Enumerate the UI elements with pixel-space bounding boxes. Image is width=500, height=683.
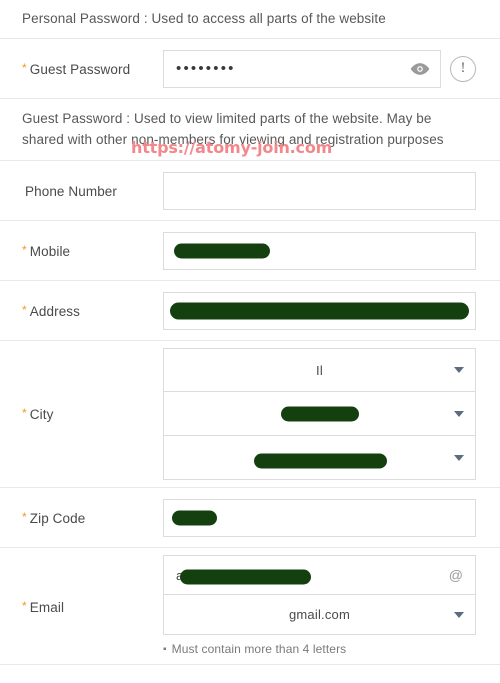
email-hint: ▪ Must contain more than 4 letters: [163, 635, 476, 658]
guest-password-control: •••••••• !: [163, 49, 476, 88]
address-redaction: [170, 302, 469, 319]
zip-code-label: * Zip Code: [22, 510, 163, 526]
address-input[interactable]: [163, 291, 476, 330]
zip-code-redaction: [172, 510, 217, 525]
guest-password-label: * Guest Password: [22, 61, 163, 77]
guest-password-input[interactable]: ••••••••: [163, 49, 441, 88]
phone-number-input[interactable]: [163, 171, 476, 210]
guest-password-row: * Guest Password •••••••• !: [0, 39, 500, 99]
chevron-down-icon[interactable]: [454, 367, 464, 373]
city-selects: Il: [163, 348, 476, 480]
chevron-down-icon[interactable]: [454, 611, 464, 618]
zip-code-label-text: Zip Code: [29, 510, 86, 526]
email-label: * Email: [22, 599, 163, 615]
personal-password-note: Personal Password : Used to access all p…: [22, 11, 386, 26]
required-asterisk: *: [22, 598, 27, 613]
city-district-redaction: [280, 406, 359, 421]
guest-password-label-text: Guest Password: [29, 61, 131, 77]
mobile-control: [163, 231, 476, 270]
city-label-text: City: [29, 407, 54, 422]
warning-icon[interactable]: !: [450, 55, 476, 82]
required-asterisk: *: [22, 302, 27, 317]
city-select-region-value: Il: [316, 362, 323, 378]
registration-form-page: Personal Password : Used to access all p…: [0, 0, 500, 683]
site-watermark: https://atomy-join.com: [131, 138, 333, 157]
phone-number-label-text: Phone Number: [25, 183, 118, 199]
mobile-redaction: [174, 243, 270, 258]
eye-icon[interactable]: [410, 62, 430, 76]
required-asterisk: *: [22, 406, 27, 420]
phone-number-label: Phone Number: [22, 183, 163, 199]
email-row: *Email a @ gmail.com ▪ Must contain more …: [0, 548, 500, 665]
zip-code-input[interactable]: [163, 498, 476, 537]
personal-password-note-row: Personal Password : Used to access all p…: [0, 0, 500, 39]
email-domain-select[interactable]: gmail.com: [163, 595, 476, 635]
required-asterisk: *: [22, 60, 27, 75]
phone-number-control: [163, 171, 476, 210]
phone-number-row: Phone Number: [0, 161, 500, 221]
city-row: * City Il: [0, 341, 500, 488]
chevron-down-icon[interactable]: [454, 410, 464, 417]
email-hint-text: Must contain more than 4 letters: [171, 642, 347, 656]
required-asterisk: *: [22, 242, 27, 257]
mobile-label-text: Mobile: [29, 243, 71, 259]
address-label: * Address: [22, 303, 163, 319]
at-symbol-icon: @: [448, 567, 463, 583]
hint-bullet-icon: ▪: [163, 644, 167, 655]
warning-glyph: !: [460, 60, 466, 76]
city-select-region[interactable]: Il: [163, 348, 476, 392]
email-stack: a @ gmail.com ▪ Must contain more than 4 …: [163, 555, 476, 658]
mobile-input[interactable]: [163, 231, 476, 270]
address-label-text: Address: [29, 303, 81, 319]
email-local-input[interactable]: a @: [163, 555, 476, 595]
chevron-down-icon[interactable]: [454, 454, 464, 461]
mobile-label: * Mobile: [22, 243, 163, 259]
city-label: * City: [22, 406, 163, 422]
address-row: * Address: [0, 281, 500, 341]
city-select-district[interactable]: [163, 392, 476, 436]
zip-code-row: * Zip Code: [0, 488, 500, 548]
required-asterisk: *: [22, 509, 27, 524]
city-select-town[interactable]: [163, 436, 476, 480]
city-town-redaction: [253, 453, 387, 468]
guest-password-value: ••••••••: [176, 60, 236, 77]
email-domain-value: gmail.com: [288, 607, 351, 622]
mobile-row: * Mobile: [0, 221, 500, 281]
email-label-text: Email: [29, 599, 65, 615]
address-control: [163, 291, 476, 330]
email-redaction: [180, 569, 311, 585]
zip-code-control: [163, 498, 476, 537]
